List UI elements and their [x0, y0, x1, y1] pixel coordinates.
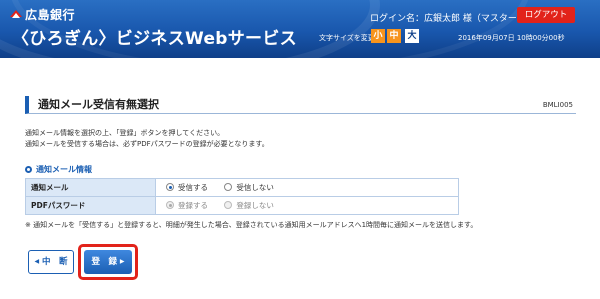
- instructions: 通知メール情報を選択の上、「登録」ボタンを押してください。 通知メールを受信する…: [25, 128, 269, 150]
- service-name: 〈ひろぎん〉ビジネスWebサービス: [12, 29, 297, 49]
- section-heading: 通知メール情報: [25, 164, 92, 175]
- instruction-line-2: 通知メールを受信する場合は、必ずPDFパスワードの登録が必要となります。: [25, 140, 269, 148]
- row-label-pdf-password: PDFパスワード: [25, 196, 156, 215]
- radio-not-receive[interactable]: 受信しない: [224, 183, 274, 192]
- notification-settings-table: 通知メール 受信する 受信しない PDFパスワード 登録する 登録しない: [25, 178, 459, 215]
- radio-selected-icon[interactable]: [166, 183, 174, 191]
- radio-not-receive-label: 受信しない: [236, 183, 274, 192]
- cancel-button-label: 中 断: [42, 257, 68, 267]
- page-title: 通知メール受信有無選択: [38, 98, 159, 111]
- section-heading-text: 通知メール情報: [36, 165, 92, 174]
- radio-register-label: 登録する: [178, 201, 208, 210]
- bank-logo-icon: [10, 10, 22, 18]
- radio-unselected-disabled-icon: [224, 201, 233, 209]
- current-datetime: 2016年09月07日 10時00分00秒: [458, 34, 565, 42]
- font-size-label: 文字サイズを変更: [319, 34, 375, 42]
- font-size-small-button[interactable]: 小: [371, 29, 385, 43]
- radio-not-register-label: 登録しない: [236, 201, 274, 210]
- screen-id: BMLI005: [542, 101, 573, 109]
- bank-name: 広島銀行: [25, 8, 76, 22]
- pdf-password-options: 登録する 登録しない: [155, 196, 459, 215]
- radio-receive[interactable]: 受信する: [166, 183, 210, 192]
- section-bullet-icon: [25, 166, 32, 173]
- register-button[interactable]: 登 録 ▶: [84, 250, 132, 274]
- radio-unselected-icon[interactable]: [224, 183, 233, 191]
- chevron-left-icon: ◀: [34, 258, 40, 265]
- header-banner: 広島銀行 〈ひろぎん〉ビジネスWebサービス ログイン名：広銀太郎 様（マスター…: [0, 0, 600, 58]
- instruction-line-1: 通知メール情報を選択の上、「登録」ボタンを押してください。: [25, 129, 225, 137]
- logout-button[interactable]: ログアウト: [517, 7, 575, 23]
- page-title-bar: 通知メール受信有無選択 BMLI005: [25, 96, 576, 114]
- chevron-right-icon: ▶: [119, 258, 125, 265]
- radio-receive-label: 受信する: [178, 183, 208, 192]
- radio-not-register: 登録しない: [224, 201, 274, 210]
- table-row: PDFパスワード 登録する 登録しない: [25, 196, 459, 215]
- notification-mail-options: 受信する 受信しない: [155, 178, 459, 197]
- notice-text: ※ 通知メールを「受信する」と登録すると、明細が発生した場合、登録されている通知…: [25, 221, 478, 229]
- row-label-notification-mail: 通知メール: [25, 178, 156, 197]
- font-size-medium-button[interactable]: 中: [387, 29, 401, 43]
- register-button-label: 登 録: [91, 257, 117, 267]
- radio-selected-disabled-icon: [166, 201, 174, 209]
- table-row: 通知メール 受信する 受信しない: [25, 178, 459, 197]
- radio-register: 登録する: [166, 201, 210, 210]
- font-size-large-button[interactable]: 大: [405, 29, 419, 43]
- cancel-button[interactable]: ◀ 中 断: [28, 250, 74, 274]
